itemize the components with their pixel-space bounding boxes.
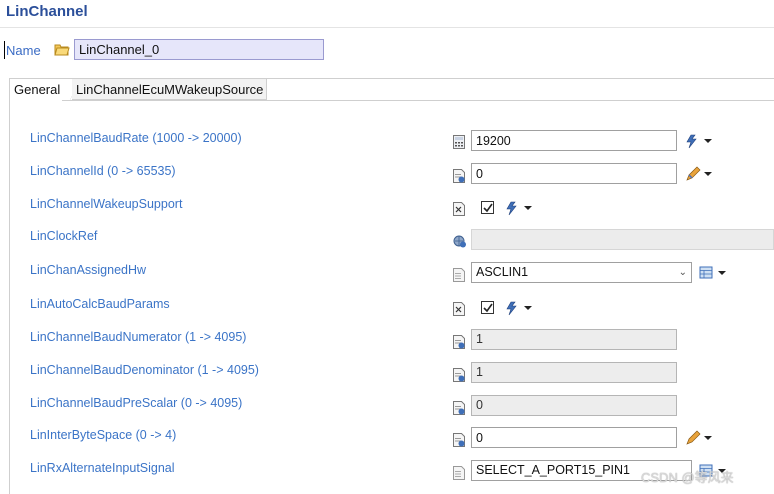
channel-id-input[interactable] — [471, 163, 677, 184]
prescalar-field: 0 — [471, 395, 677, 416]
boolean-icon — [453, 302, 465, 316]
lightning-icon[interactable] — [505, 300, 533, 316]
baud-rate-input[interactable] — [471, 130, 677, 151]
title-divider — [0, 27, 774, 28]
name-label: Name — [4, 41, 41, 59]
tab-general[interactable]: General — [10, 79, 80, 100]
parameter-icon — [453, 368, 465, 382]
parameter-icon — [453, 401, 465, 415]
param-label-assigned-hw: LinChanAssignedHw — [30, 263, 147, 277]
lightning-icon[interactable] — [505, 200, 533, 216]
parameter-icon — [453, 466, 465, 480]
clock-ref-field[interactable] — [471, 229, 774, 250]
editor-title: LinChannel — [6, 3, 88, 20]
lightning-icon[interactable] — [685, 133, 713, 149]
parameter-icon — [453, 335, 465, 349]
param-label-auto-calc: LinAutoCalcBaudParams — [30, 297, 170, 311]
param-label-prescalar: LinChannelBaudPreScalar (0 -> 4095) — [30, 396, 243, 410]
parameter-icon — [453, 433, 465, 447]
numerator-field: 1 — [471, 329, 677, 350]
denominator-field: 1 — [471, 362, 677, 383]
assigned-hw-select[interactable]: ASCLIN1 ⌄ — [471, 262, 692, 283]
wakeup-support-checkbox[interactable] — [481, 201, 494, 214]
chevron-down-icon: ⌄ — [678, 267, 687, 278]
parameter-icon — [453, 268, 465, 282]
param-label-clock-ref: LinClockRef — [30, 229, 98, 243]
tab-ecum-wakeup-source[interactable]: LinChannelEcuMWakeupSource — [72, 79, 267, 100]
assigned-hw-value: ASCLIN1 — [476, 265, 529, 279]
param-label-baud-rate: LinChannelBaudRate (1000 -> 20000) — [30, 131, 242, 145]
param-label-channel-id: LinChannelId (0 -> 65535) — [30, 164, 176, 178]
inter-byte-space-input[interactable] — [471, 427, 677, 448]
table-icon[interactable] — [699, 265, 727, 281]
calculator-icon — [453, 135, 465, 149]
folder-icon[interactable] — [54, 42, 70, 56]
param-label-rx-alt-input: LinRxAlternateInputSignal — [30, 461, 175, 475]
rx-alt-input-value: SELECT_A_PORT15_PIN1 — [476, 463, 631, 477]
watermark: CSDN @等风来 — [641, 470, 734, 485]
pencil-icon[interactable] — [685, 166, 713, 182]
reference-icon — [453, 235, 466, 248]
name-input[interactable] — [74, 39, 324, 60]
boolean-icon — [453, 202, 465, 216]
param-label-numerator: LinChannelBaudNumerator (1 -> 4095) — [30, 330, 247, 344]
tab-underline — [62, 100, 774, 101]
pencil-icon[interactable] — [685, 430, 713, 446]
param-label-inter-byte-space: LinInterByteSpace (0 -> 4) — [30, 428, 177, 442]
auto-calc-checkbox[interactable] — [481, 301, 494, 314]
parameter-icon — [453, 169, 465, 183]
param-label-denominator: LinChannelBaudDenominator (1 -> 4095) — [30, 363, 259, 377]
param-label-wakeup-support: LinChannelWakeupSupport — [30, 197, 183, 211]
